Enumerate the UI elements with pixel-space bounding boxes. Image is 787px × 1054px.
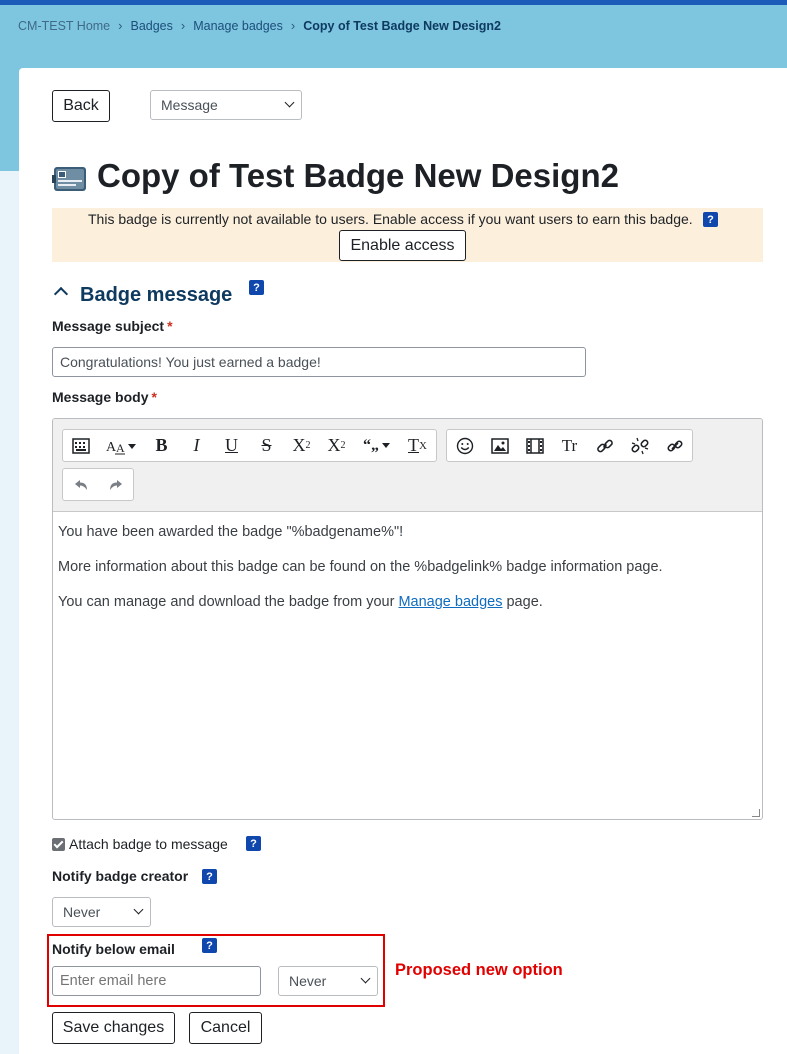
message-subject-value: Congratulations! You just earned a badge… [60,354,321,370]
svg-text:A: A [116,441,125,455]
help-icon[interactable]: ? [249,280,264,295]
subscript-icon[interactable]: X2 [284,430,319,461]
body-paragraph: You have been awarded the badge "%badgen… [58,524,404,540]
strikethrough-icon[interactable]: S [249,430,284,461]
back-button[interactable]: Back [52,90,110,122]
toolbar-group-format: AA B I U S X2 X2 “„ TX [62,429,437,462]
body-text: You can manage and download the badge fr… [58,594,399,610]
link-icon[interactable] [587,430,622,461]
help-icon[interactable]: ? [202,869,217,884]
enable-access-button[interactable]: Enable access [339,230,466,261]
toolbar-group-history [62,468,134,501]
notify-creator-select[interactable]: Never [52,897,151,927]
chevron-up-icon [53,286,69,302]
media-icon[interactable] [517,430,552,461]
message-subject-input[interactable]: Congratulations! You just earned a badge… [52,347,586,377]
image-icon[interactable] [482,430,517,461]
message-subject-label-text: Message subject [52,318,165,334]
notify-email-select[interactable]: Never [278,966,378,996]
chevron-down-icon [284,97,295,108]
toolbar-toggle-icon[interactable] [63,430,98,461]
chevron-right-icon: › [290,18,296,33]
availability-notice: This badge is currently not available to… [52,208,763,262]
resize-handle[interactable] [752,809,760,817]
message-body-editor[interactable]: AA B I U S X2 X2 “„ TX Tr You have been … [52,418,763,820]
notify-email-value: Never [289,973,327,989]
help-icon[interactable]: ? [703,212,718,227]
chevron-down-icon [133,904,144,915]
help-icon[interactable]: ? [246,836,261,851]
underline-icon[interactable]: U [214,430,249,461]
blockquote-dropdown-icon[interactable]: “„ [354,430,400,461]
save-changes-button[interactable]: Save changes [52,1012,175,1044]
chevron-right-icon: › [118,18,123,33]
unlink-icon[interactable] [622,430,657,461]
availability-notice-text: This badge is currently not available to… [88,211,693,227]
body-paragraph: More information about this badge can be… [58,559,663,575]
view-select-value: Message [161,97,218,113]
superscript-base: X [327,435,341,455]
emoji-icon[interactable] [447,430,482,461]
redo-icon[interactable] [98,469,133,500]
superscript-mark: 2 [340,440,346,451]
language-icon[interactable]: Tr [552,430,587,461]
breadcrumb-manage-badges-link[interactable]: Manage badges [193,19,283,33]
chevron-right-icon: › [180,18,186,33]
breadcrumb-current: Copy of Test Badge New Design2 [303,18,501,33]
manage-files-icon[interactable] [657,430,692,461]
proposed-option-annotation: Proposed new option [395,961,563,979]
view-select[interactable]: Message [150,90,302,120]
cancel-button[interactable]: Cancel [189,1012,262,1044]
bold-icon[interactable]: B [144,430,179,461]
section-title[interactable]: Badge message [80,284,232,307]
clear-formatting-base: T [408,435,420,455]
required-icon: * [167,318,173,334]
notify-creator-label: Notify badge creator [52,868,189,884]
badge-icon [52,167,86,191]
editor-content[interactable]: You have been awarded the badge "%badgen… [58,524,663,629]
page-title: Copy of Test Badge New Design2 [97,157,619,194]
italic-icon[interactable]: I [179,430,214,461]
help-icon[interactable]: ? [202,938,217,953]
section-toggle[interactable] [53,283,69,302]
attach-badge-checkbox[interactable] [52,838,65,851]
message-body-label: Message body * [52,389,157,405]
subscript-mark: 2 [305,440,311,451]
breadcrumb: CM-TEST Home › Badges › Manage badges › … [18,18,501,33]
required-icon: * [151,389,157,405]
undo-icon[interactable] [63,469,98,500]
breadcrumb-badges-link[interactable]: Badges [130,19,172,33]
superscript-icon[interactable]: X2 [319,430,354,461]
attach-badge-label: Attach badge to message [69,836,228,852]
manage-badges-link[interactable]: Manage badges [398,594,502,610]
body-text: page. [502,594,543,610]
message-subject-label: Message subject * [52,318,173,334]
breadcrumb-home-link[interactable]: CM-TEST Home [18,19,110,33]
body-paragraph: You can manage and download the badge fr… [58,594,663,610]
quote-glyph: “„ [363,436,379,454]
toolbar-group-insert: Tr [446,429,693,462]
notify-email-input[interactable] [52,966,261,996]
chevron-down-icon [360,973,371,984]
font-style-dropdown-icon[interactable]: AA [98,430,144,461]
subscript-base: X [292,435,306,455]
message-body-label-text: Message body [52,389,149,405]
editor-toolbar: AA B I U S X2 X2 “„ TX Tr [53,419,762,512]
notify-email-label: Notify below email [52,941,175,957]
notify-creator-value: Never [63,904,101,920]
clear-formatting-sub: X [419,439,427,452]
clear-formatting-icon[interactable]: TX [400,430,435,461]
